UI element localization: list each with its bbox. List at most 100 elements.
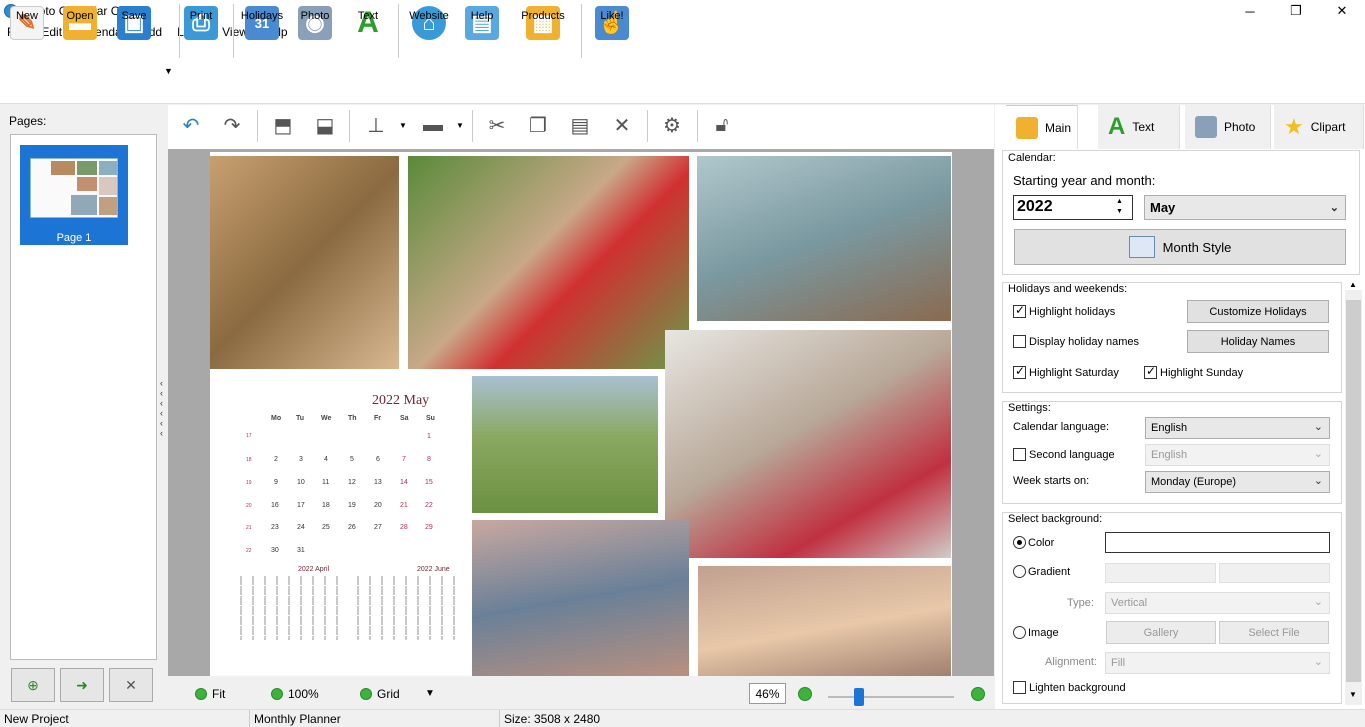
- gradient-type-select[interactable]: Vertical ⌄: [1105, 592, 1330, 614]
- main-toolbar: [0, 42, 1365, 104]
- photo-family-lawn[interactable]: [472, 376, 658, 513]
- distribute-dropdown-icon[interactable]: ▼: [456, 121, 464, 130]
- toolbar-divider: [647, 110, 648, 142]
- grid-dropdown-icon[interactable]: ▼: [425, 688, 435, 699]
- tab-main[interactable]: Main: [1006, 105, 1078, 149]
- week-number: 18: [246, 457, 252, 463]
- tab-clipart[interactable]: ★ Clipart: [1274, 105, 1364, 149]
- website-button[interactable]: ⌂ Website: [399, 6, 459, 40]
- image-radio[interactable]: [1013, 626, 1026, 639]
- tab-photo[interactable]: Photo: [1185, 105, 1271, 149]
- star-icon: ★: [1284, 114, 1304, 139]
- holiday-names-button[interactable]: Holiday Names: [1187, 330, 1329, 353]
- photo-girl-hat[interactable]: [408, 156, 689, 369]
- calendar-day: 31: [297, 547, 305, 554]
- add-page-button[interactable]: ⊕: [11, 668, 55, 702]
- gallery-button[interactable]: Gallery: [1106, 621, 1216, 644]
- zoom-slider-track[interactable]: [828, 696, 954, 698]
- photo-girl-winter[interactable]: [665, 330, 951, 558]
- photo-button[interactable]: ◉ Photo: [285, 6, 345, 40]
- scroll-up-icon[interactable]: ▲: [1349, 280, 1357, 289]
- calendar-day: 2: [274, 456, 278, 463]
- calendar-day: 8: [427, 456, 431, 463]
- collapse-panel-icon[interactable]: ‹ ‹ ‹ ‹ ‹ ‹: [160, 378, 168, 438]
- copy-icon[interactable]: ❐: [523, 110, 553, 140]
- calendar-day: 4: [324, 456, 328, 463]
- zoom-100-icon: [271, 688, 283, 700]
- month-select[interactable]: May ⌄: [1144, 195, 1346, 220]
- calendar-language-select[interactable]: English ⌄: [1145, 417, 1330, 439]
- send-backward-icon[interactable]: ⬓: [310, 110, 340, 140]
- color-radio[interactable]: [1013, 536, 1026, 549]
- distribute-icon[interactable]: ▬: [418, 110, 448, 140]
- gradient-radio[interactable]: [1013, 565, 1026, 578]
- delete-page-button[interactable]: ✕: [109, 668, 153, 702]
- photo-woman-beach[interactable]: [697, 156, 951, 321]
- align-icon[interactable]: ⊥: [361, 110, 391, 140]
- photo-woman-smiling[interactable]: [698, 566, 951, 676]
- help-button[interactable]: ▤ Help: [452, 6, 512, 40]
- calendar-day: 26: [348, 524, 356, 531]
- tab-text[interactable]: A Text: [1098, 105, 1180, 149]
- customize-holidays-button[interactable]: Customize Holidays: [1187, 300, 1329, 323]
- products-button[interactable]: ▦ Products: [513, 6, 573, 40]
- gradient-color-2[interactable]: [1219, 563, 1330, 583]
- weekday-header: Sa: [400, 415, 409, 422]
- spinner-arrows-icon[interactable]: ▲ ▼: [1116, 197, 1123, 217]
- month-style-button[interactable]: Month Style: [1014, 229, 1346, 265]
- cut-icon[interactable]: ✂: [482, 110, 512, 140]
- insert-page-button[interactable]: ➜: [60, 668, 104, 702]
- grid-button[interactable]: Grid: [360, 687, 400, 701]
- save-button[interactable]: ▣ Save: [104, 6, 164, 40]
- minimize-icon[interactable]: ─: [1227, 0, 1273, 22]
- open-button[interactable]: ▬ Open: [50, 6, 110, 40]
- zoom-out-icon[interactable]: [798, 687, 812, 701]
- holidays-button[interactable]: 31 Holidays: [232, 6, 292, 40]
- calendar-day: 10: [297, 479, 305, 486]
- weekday-header: Fr: [374, 415, 381, 422]
- select-file-button[interactable]: Select File: [1219, 621, 1329, 644]
- save-dropdown-icon[interactable]: ▼: [164, 66, 173, 76]
- year-spinner[interactable]: 2022: [1013, 195, 1133, 220]
- properties-icon[interactable]: ⚙: [657, 110, 687, 140]
- highlight-holidays-checkbox[interactable]: Highlight holidays: [1013, 303, 1115, 318]
- calendar-day: 23: [271, 524, 279, 531]
- print-button[interactable]: ⎙ Print: [171, 6, 231, 40]
- scroll-down-icon[interactable]: ▼: [1349, 690, 1357, 699]
- gradient-color-1[interactable]: [1105, 563, 1216, 583]
- zoom-in-icon[interactable]: [971, 687, 985, 701]
- photo-woman-shore[interactable]: [472, 520, 689, 676]
- delete-icon[interactable]: ✕: [607, 110, 637, 140]
- photo-father-daughter[interactable]: [210, 156, 399, 369]
- zoom-100-button[interactable]: 100%: [271, 687, 319, 701]
- calendar-day: 14: [400, 479, 408, 486]
- paste-icon[interactable]: ▤: [565, 110, 595, 140]
- calendar-day: 25: [322, 524, 330, 531]
- redo-icon[interactable]: ↷: [217, 110, 247, 140]
- color-swatch[interactable]: [1105, 532, 1330, 553]
- display-holiday-names-checkbox[interactable]: Display holiday names: [1013, 335, 1139, 348]
- add-page-icon: ⊕: [27, 676, 39, 693]
- bring-forward-icon[interactable]: ⬒: [268, 110, 298, 140]
- text-a-icon: A: [1108, 113, 1126, 140]
- zoom-input[interactable]: 46%: [749, 683, 786, 704]
- start-label: Starting year and month:: [1013, 173, 1156, 188]
- scrollbar-thumb[interactable]: [1346, 300, 1361, 682]
- align-dropdown-icon[interactable]: ▼: [399, 121, 407, 130]
- week-starts-select[interactable]: Monday (Europe) ⌄: [1145, 471, 1330, 493]
- lighten-background-checkbox[interactable]: Lighten background: [1013, 681, 1126, 694]
- lock-icon[interactable]: 🔓︎: [707, 110, 737, 140]
- close-icon[interactable]: ✕: [1319, 0, 1365, 22]
- like-button[interactable]: ☝ Like!: [582, 6, 642, 40]
- restore-icon[interactable]: ❐: [1273, 0, 1319, 22]
- new-button[interactable]: ✎ New: [0, 6, 57, 40]
- highlight-sunday-checkbox[interactable]: Highlight Sunday: [1144, 364, 1243, 379]
- undo-icon[interactable]: ↶: [176, 110, 206, 140]
- highlight-saturday-checkbox[interactable]: Highlight Saturday: [1013, 364, 1119, 379]
- second-language-checkbox[interactable]: Second language: [1013, 448, 1115, 461]
- text-button[interactable]: A Text: [338, 6, 398, 40]
- second-language-select[interactable]: English ⌄: [1145, 444, 1330, 466]
- zoom-slider-thumb[interactable]: [854, 688, 864, 706]
- fit-button[interactable]: Fit: [195, 687, 225, 701]
- alignment-select[interactable]: Fill ⌄: [1105, 652, 1330, 674]
